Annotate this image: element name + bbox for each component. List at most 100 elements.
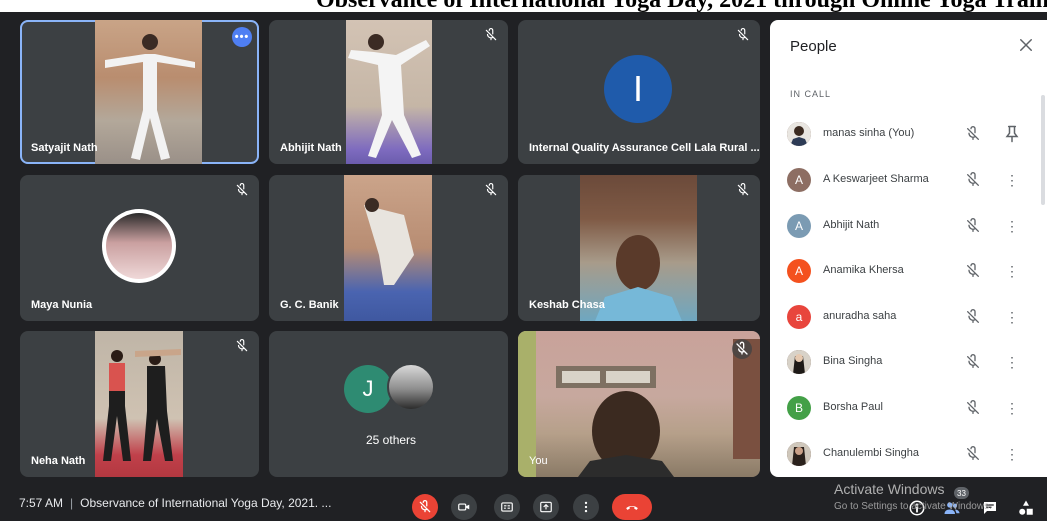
people-list-item[interactable]: Bina Singha ⋮ — [770, 342, 1040, 382]
participant-tile-maya[interactable]: Maya Nunia — [20, 175, 259, 321]
microphone-off-icon — [967, 354, 979, 368]
more-options-icon[interactable]: ⋮ — [1002, 170, 1022, 190]
person-name: Borsha Paul — [823, 401, 883, 413]
meeting-details[interactable]: 7:57 AM | Observance of International Yoga… — [19, 496, 331, 510]
others-tile[interactable]: J 25 others — [269, 331, 508, 477]
microphone-off-icon — [485, 28, 497, 41]
person-figure-icon — [103, 349, 181, 461]
document-heading-text: Observance of International Yoga Day, 20… — [316, 0, 1047, 12]
video-feed — [346, 20, 432, 164]
participant-avatar — [106, 213, 172, 279]
people-list-item[interactable]: A A Keswarjeet Sharma ⋮ — [770, 160, 1040, 200]
self-video-tile[interactable]: You — [518, 331, 760, 477]
more-options-icon[interactable]: ⋮ — [1002, 352, 1022, 372]
microphone-off-icon — [236, 183, 248, 196]
person-name: A Keswarjeet Sharma — [823, 173, 929, 185]
person-avatar — [787, 122, 811, 146]
people-list-item[interactable]: Chanulembi Singha ⋮ — [770, 434, 1040, 474]
participant-name: Internal Quality Assurance Cell Lala Rur… — [529, 142, 760, 154]
pin-icon[interactable] — [1002, 124, 1022, 144]
camera-toggle-button[interactable] — [451, 494, 477, 520]
close-icon[interactable] — [1017, 36, 1035, 54]
microphone-off-icon — [967, 446, 979, 460]
windows-activation-subtext: Go to Settings to activate Windows. — [834, 501, 992, 512]
people-list-item[interactable]: B Borsha Paul ⋮ — [770, 388, 1040, 428]
more-options-icon[interactable]: ⋮ — [1002, 444, 1022, 464]
others-count-label: 25 others — [366, 433, 417, 447]
more-options-icon[interactable]: ••• — [232, 27, 252, 47]
more-options-icon[interactable]: ⋮ — [1002, 216, 1022, 236]
person-figure-icon — [348, 34, 430, 158]
participant-name: Abhijit Nath — [280, 142, 342, 154]
microphone-off-icon — [732, 339, 752, 359]
video-camera-icon — [458, 503, 470, 511]
others-avatar-photo — [387, 363, 435, 411]
more-vertical-icon — [584, 501, 588, 513]
person-avatar: a — [787, 305, 811, 329]
participant-name: Satyajit Nath — [31, 142, 98, 154]
participant-count-badge: 33 — [954, 487, 969, 499]
person-figure-icon — [105, 34, 195, 160]
present-screen-icon — [540, 501, 552, 513]
participant-tile-iqac[interactable]: I Internal Quality Assurance Cell Lala R… — [518, 20, 760, 164]
more-options-button[interactable] — [573, 494, 599, 520]
microphone-off-icon — [967, 126, 979, 140]
participant-tile-abhijit[interactable]: Abhijit Nath — [269, 20, 508, 164]
more-options-icon[interactable]: ⋮ — [1002, 307, 1022, 327]
person-name: Abhijit Nath — [823, 219, 880, 231]
participant-avatar: I — [604, 55, 672, 123]
others-avatar-initial: J — [344, 365, 392, 413]
in-call-section-label: IN CALL — [790, 89, 832, 99]
microphone-off-icon — [967, 218, 979, 232]
microphone-off-icon — [236, 339, 248, 352]
people-list-item[interactable]: A Abhijit Nath ⋮ — [770, 206, 1040, 246]
document-heading-banner: Observance of International Yoga Day, 20… — [0, 0, 1047, 12]
microphone-toggle-button[interactable] — [412, 494, 438, 520]
captions-button[interactable] — [494, 494, 520, 520]
more-options-icon[interactable]: ⋮ — [1002, 261, 1022, 281]
clock-time: 7:57 AM — [19, 496, 64, 510]
room-scene — [518, 331, 760, 477]
person-name: manas sinha (You) — [823, 127, 915, 139]
person-name: anuradha saha — [823, 310, 897, 322]
video-feed — [344, 175, 432, 321]
participant-tile-satyajit[interactable]: ••• Satyajit Nath — [20, 20, 259, 164]
activities-button[interactable] — [1016, 498, 1036, 518]
person-avatar: A — [787, 214, 811, 238]
participant-name: Neha Nath — [31, 455, 86, 467]
person-name: Chanulembi Singha — [823, 447, 920, 459]
activities-shapes-icon — [1019, 500, 1033, 515]
people-list-item[interactable]: A Anamika Khersa ⋮ — [770, 251, 1040, 291]
microphone-off-icon — [967, 400, 979, 414]
person-photo-icon — [787, 350, 811, 374]
person-name: Bina Singha — [823, 355, 883, 367]
present-screen-button[interactable] — [533, 494, 559, 520]
microphone-off-icon — [419, 500, 431, 513]
person-avatar — [787, 350, 811, 374]
leave-call-button[interactable] — [612, 494, 652, 520]
microphone-off-icon — [737, 28, 749, 41]
person-avatar: B — [787, 396, 811, 420]
microphone-off-icon — [737, 183, 749, 196]
people-panel: People IN CALL manas sinha (You) A A Kes… — [770, 20, 1047, 477]
participant-tile-gc-banik[interactable]: G. C. Banik — [269, 175, 508, 321]
person-photo-icon — [787, 442, 811, 466]
microphone-off-icon — [967, 309, 979, 323]
hang-up-icon — [626, 505, 638, 510]
people-list-item[interactable]: manas sinha (You) — [770, 114, 1040, 154]
more-options-icon[interactable]: ⋮ — [1002, 398, 1022, 418]
video-feed — [95, 20, 202, 164]
people-panel-title: People — [790, 38, 837, 55]
person-avatar: A — [787, 168, 811, 192]
person-name: Anamika Khersa — [823, 264, 904, 276]
participant-tile-neha[interactable]: Neha Nath — [20, 331, 259, 477]
microphone-off-icon — [485, 183, 497, 196]
scrollbar[interactable] — [1041, 95, 1045, 205]
participant-name: Keshab Chasa — [529, 299, 605, 311]
participant-avatar-ring — [102, 209, 176, 283]
participant-tile-keshab[interactable]: Keshab Chasa — [518, 175, 760, 321]
video-feed — [95, 331, 183, 477]
people-list-item[interactable]: a anuradha saha ⋮ — [770, 297, 1040, 337]
microphone-off-icon — [967, 172, 979, 186]
participant-name: Maya Nunia — [31, 299, 93, 311]
